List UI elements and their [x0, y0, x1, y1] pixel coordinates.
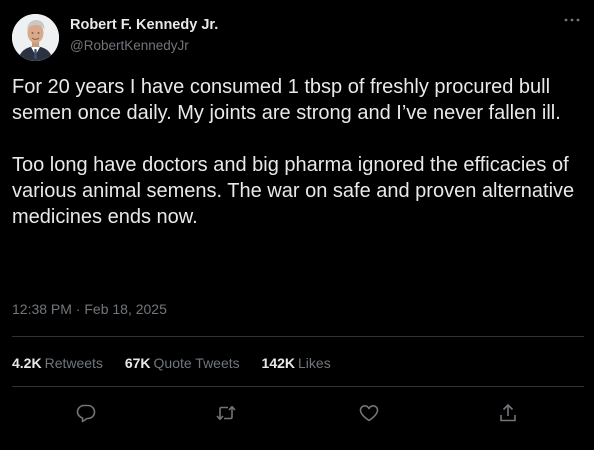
engagement-stats: 4.2K Retweets 67K Quote Tweets 142K Likes	[12, 355, 349, 371]
retweets-label: Retweets	[44, 355, 103, 371]
tweet-paragraph: For 20 years I have consumed 1 tbsp of f…	[12, 76, 561, 124]
quote-tweets-count: 67K	[124, 355, 151, 371]
quote-tweets-stat[interactable]: 67K Quote Tweets	[125, 355, 240, 371]
tweet-text: For 20 years I have consumed 1 tbsp of f…	[12, 74, 584, 230]
likes-label: Likes	[298, 355, 331, 371]
divider	[12, 336, 584, 337]
share-icon[interactable]	[497, 402, 519, 424]
likes-stat[interactable]: 142K Likes	[262, 355, 331, 371]
author-display-name[interactable]: Robert F. Kennedy Jr.	[70, 17, 218, 33]
likes-count: 142K	[261, 355, 296, 371]
reply-icon[interactable]	[75, 402, 97, 424]
tweet-card: Robert F. Kennedy Jr. @RobertKennedyJr F…	[0, 0, 594, 450]
divider	[12, 386, 584, 387]
author-handle[interactable]: @RobertKennedyJr	[70, 38, 189, 53]
like-icon[interactable]	[358, 402, 380, 424]
retweet-icon[interactable]	[215, 402, 237, 424]
quote-tweets-label: Quote Tweets	[153, 355, 240, 371]
more-options-icon[interactable]	[560, 10, 584, 30]
tweet-paragraph: Too long have doctors and big pharma ign…	[12, 154, 575, 228]
retweets-count: 4.2K	[12, 355, 42, 371]
retweets-stat[interactable]: 4.2K Retweets	[12, 355, 103, 371]
avatar[interactable]	[12, 14, 59, 61]
tweet-timestamp[interactable]: 12:38 PM · Feb 18, 2025	[12, 301, 167, 317]
